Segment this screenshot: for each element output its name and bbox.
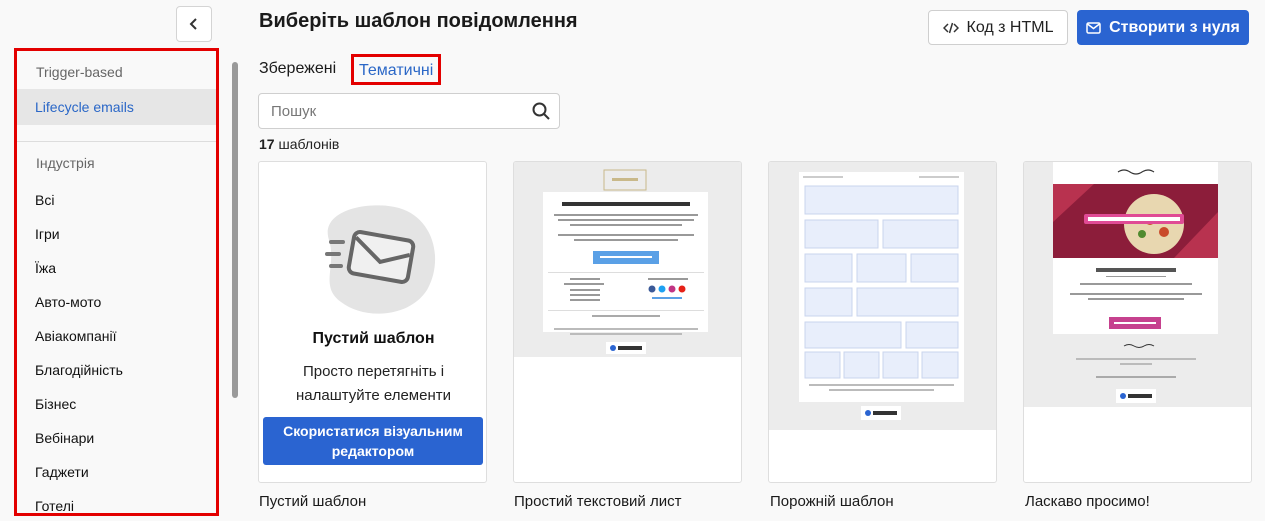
sidebar-item-all[interactable]: Всі <box>17 183 216 217</box>
tab-saved[interactable]: Збережені <box>259 60 336 78</box>
visual-editor-button[interactable]: Скористатися візуальним редактором <box>263 417 483 465</box>
sidebar-item-games[interactable]: Ігри <box>17 217 216 251</box>
sidebar-item-webinars[interactable]: Вебінари <box>17 421 216 455</box>
template-card-simple-text[interactable] <box>513 161 742 483</box>
code-icon <box>942 22 959 33</box>
sidebar-scrollbar[interactable] <box>232 62 238 398</box>
blank-template-title: Пустий шаблон <box>312 330 435 347</box>
blank-template-description: Просто перетягніть і налаштуйте елементи <box>295 363 451 404</box>
section-industry: Індустрія <box>36 155 95 171</box>
sidebar-item-charity[interactable]: Благодійність <box>17 353 216 387</box>
chevron-left-icon <box>189 18 197 30</box>
envelope-icon <box>1086 21 1101 34</box>
sidebar: Trigger-based Lifecycle emails Індустрія… <box>14 48 219 516</box>
simple-text-preview <box>514 162 741 357</box>
sidebar-item-business[interactable]: Бізнес <box>17 387 216 421</box>
template-label-welcome: Ласкаво просимо! <box>1025 493 1150 510</box>
search-input[interactable] <box>259 94 519 128</box>
envelope-illustration-icon <box>325 205 436 314</box>
page-title: Виберіть шаблон повідомлення <box>259 10 578 32</box>
sidebar-item-lifecycle-emails[interactable]: Lifecycle emails <box>17 89 216 125</box>
sidebar-item-auto-moto[interactable]: Авто-мото <box>17 285 216 319</box>
industry-list: Всі Ігри Їжа Авто-мото Авіакомпанії Благ… <box>17 183 216 513</box>
template-card-blank[interactable]: Пустий шаблон Просто перетягніть і налаш… <box>258 161 487 483</box>
template-label-simple-text: Простий текстовий лист <box>514 493 682 510</box>
search-box <box>258 93 560 129</box>
sidebar-item-airlines[interactable]: Авіакомпанії <box>17 319 216 353</box>
template-count-label: шаблонів <box>278 136 340 152</box>
template-card-empty-layout[interactable] <box>768 161 997 483</box>
sidebar-item-gadgets[interactable]: Гаджети <box>17 455 216 489</box>
template-card-welcome[interactable] <box>1023 161 1252 483</box>
template-count-number: 17 <box>259 136 275 152</box>
tab-themed[interactable]: Тематичні <box>351 54 442 85</box>
sidebar-item-hotels[interactable]: Готелі <box>17 489 216 513</box>
empty-layout-preview <box>769 162 996 430</box>
create-from-scratch-label: Створити з нуля <box>1109 18 1240 36</box>
html-code-button[interactable]: Код з HTML <box>928 10 1068 45</box>
template-label-empty-layout: Порожній шаблон <box>770 493 894 510</box>
html-code-label: Код з HTML <box>966 18 1054 36</box>
template-count: 17 шаблонів <box>259 136 339 152</box>
search-icon[interactable] <box>531 101 551 121</box>
section-trigger-based: Trigger-based <box>36 64 123 80</box>
welcome-preview <box>1024 162 1251 407</box>
collapse-sidebar-button[interactable] <box>176 6 212 42</box>
template-label-blank: Пустий шаблон <box>259 493 367 510</box>
sidebar-divider <box>17 141 216 142</box>
create-from-scratch-button[interactable]: Створити з нуля <box>1077 10 1249 45</box>
sidebar-item-food[interactable]: Їжа <box>17 251 216 285</box>
